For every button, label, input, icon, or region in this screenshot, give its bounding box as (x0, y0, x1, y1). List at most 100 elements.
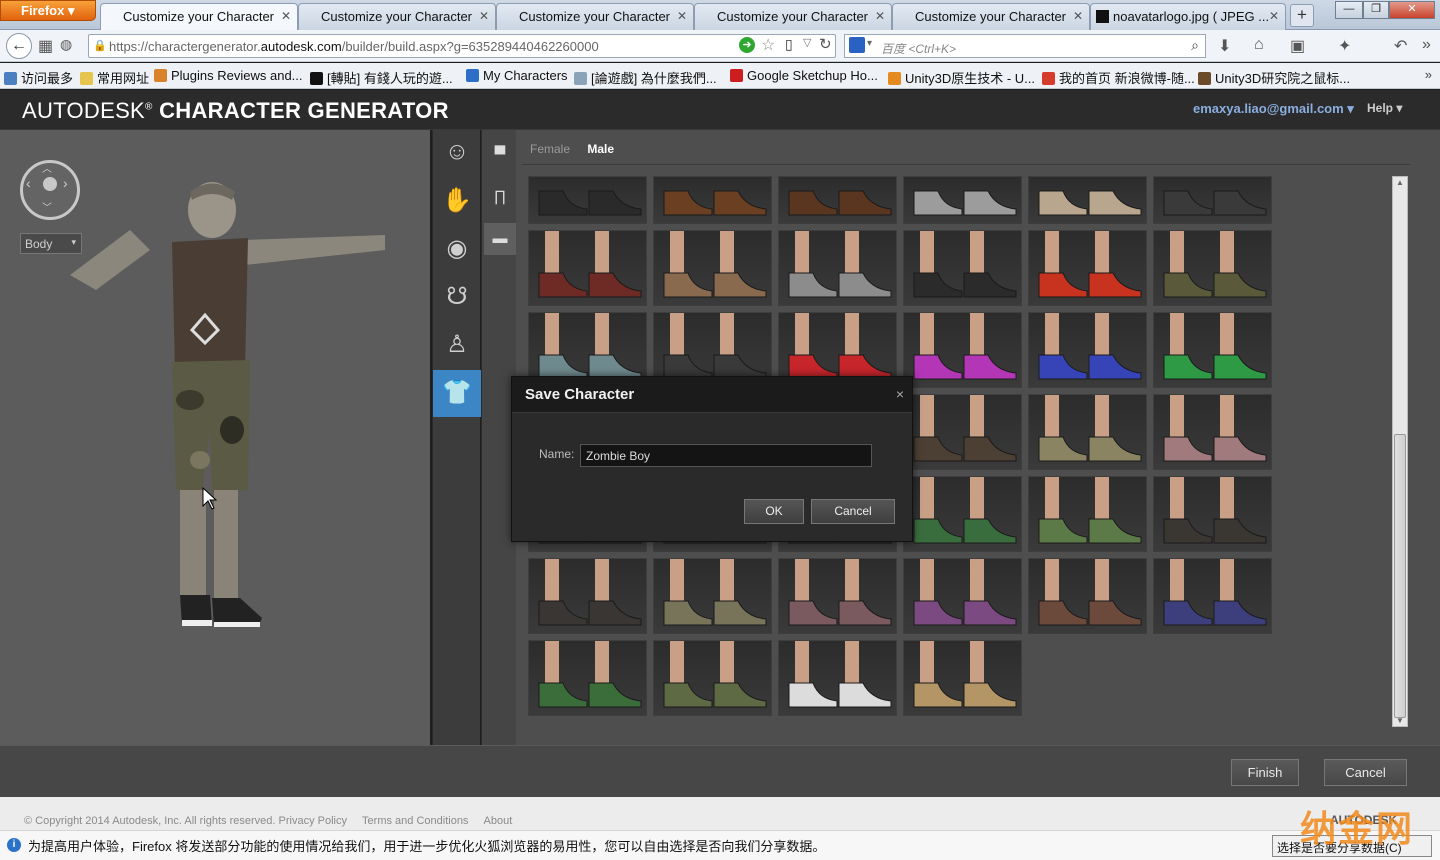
close-icon[interactable]: × (896, 386, 904, 402)
category-hair[interactable]: ☋ (433, 274, 481, 321)
download-icon[interactable]: ⬇ (1218, 36, 1231, 56)
shoe-thumbnail[interactable] (1028, 312, 1147, 388)
character-viewport[interactable]: ︿ ﹀ ‹ › Body ▾ (0, 130, 430, 745)
shoe-thumbnail[interactable] (528, 640, 647, 716)
shoe-thumbnail[interactable] (528, 558, 647, 634)
shoe-thumbnail[interactable] (1028, 558, 1147, 634)
shoe-thumbnail[interactable] (528, 176, 647, 224)
help-menu[interactable]: Help ▾ (1367, 101, 1402, 115)
shoe-thumbnail[interactable] (778, 640, 897, 716)
tab-female[interactable]: Female (530, 142, 570, 156)
cancel-button[interactable]: Cancel (1324, 759, 1407, 786)
subcategory-shoes[interactable]: ▬ (484, 223, 516, 255)
shoe-thumbnail[interactable] (903, 476, 1022, 552)
bookmark-item[interactable]: 常用网址 (80, 68, 149, 87)
close-tab-icon[interactable]: ✕ (479, 9, 489, 23)
browser-tab[interactable]: Customize your Character ✕ (496, 3, 694, 30)
bookmark-item[interactable]: Google Sketchup Ho... (730, 68, 878, 83)
character-name-input[interactable] (580, 444, 872, 467)
shoe-thumbnail[interactable] (778, 558, 897, 634)
shoe-thumbnail[interactable] (1028, 394, 1147, 470)
bookmark-item[interactable]: 我的首页 新浪微博-随... (1042, 68, 1195, 87)
scroll-up-icon[interactable]: ▲ (1396, 178, 1404, 187)
shoe-thumbnail[interactable] (903, 230, 1022, 306)
category-body[interactable]: ♙ (433, 322, 481, 369)
shoe-thumbnail[interactable] (1153, 394, 1272, 470)
body-part-select[interactable]: Body ▾ (20, 233, 82, 254)
orbit-center-icon[interactable] (43, 177, 57, 191)
browser-tab[interactable]: Customize your Character ✕ (298, 3, 496, 30)
browser-tab[interactable]: Customize your Character ✕ (694, 3, 892, 30)
camera-orbit-control[interactable]: ︿ ﹀ ‹ › (20, 160, 80, 220)
bookmark-item[interactable]: My Characters (466, 68, 568, 83)
shoe-thumbnail[interactable] (1153, 558, 1272, 634)
bookmark-item[interactable]: Plugins Reviews and... (154, 68, 303, 83)
search-icon[interactable]: ⌕ (1191, 37, 1199, 54)
category-hands[interactable]: ✋ (433, 178, 481, 225)
category-face[interactable]: ☺ (433, 130, 481, 177)
minimize-button[interactable]: — (1335, 1, 1363, 19)
close-tab-icon[interactable]: ✕ (1073, 9, 1083, 23)
bookmark-item[interactable]: [轉貼] 有錢人玩的遊... (310, 68, 453, 87)
subcategory-pants[interactable]: ∏ (484, 181, 516, 213)
baidu-icon[interactable] (849, 37, 865, 53)
shoe-thumbnail[interactable] (1153, 312, 1272, 388)
bookmark-item[interactable]: Unity3D研究院之鼠标... (1198, 68, 1350, 87)
reload-icon[interactable]: ↻ (819, 35, 832, 53)
ok-button[interactable]: OK (744, 499, 804, 524)
shoe-thumbnail[interactable] (778, 176, 897, 224)
shoe-thumbnail[interactable] (903, 312, 1022, 388)
search-input[interactable]: ▾ 百度 <Ctrl+K> ⌕ (844, 34, 1206, 58)
shoe-thumbnail[interactable] (1153, 476, 1272, 552)
chevron-down-icon[interactable]: ﹀ (42, 199, 52, 214)
shoe-thumbnail[interactable] (653, 558, 772, 634)
terms-link[interactable]: Terms and Conditions (362, 815, 468, 827)
chevron-up-icon[interactable]: ︿ (42, 160, 52, 175)
shoe-thumbnail[interactable] (1028, 230, 1147, 306)
subcategory-shirt[interactable]: ▀ (484, 139, 516, 171)
home-icon[interactable]: ⌂ (1254, 36, 1264, 54)
character-model[interactable] (0, 130, 430, 745)
shoe-thumbnail[interactable] (1028, 476, 1147, 552)
dialog-cancel-button[interactable]: Cancel (811, 499, 895, 524)
shoe-thumbnail[interactable] (528, 230, 647, 306)
close-tab-icon[interactable]: ✕ (1269, 9, 1279, 23)
shoe-thumbnail[interactable] (903, 176, 1022, 224)
bookmark-item[interactable]: [論遊戲] 為什麼我們... (574, 68, 717, 87)
shoe-thumbnail[interactable] (903, 640, 1022, 716)
mobile-icon[interactable]: ▯ (785, 36, 793, 53)
plugin-icon[interactable]: ✦ (1338, 36, 1351, 56)
go-icon[interactable]: ➜ (739, 37, 755, 53)
browser-tab[interactable]: noavatarlogo.jpg ( JPEG ... ✕ (1090, 3, 1286, 30)
shoe-thumbnail[interactable] (778, 230, 897, 306)
shoe-thumbnail[interactable] (1153, 230, 1272, 306)
firefox-menu-button[interactable]: Firefox ▾ (0, 0, 96, 21)
browser-tab[interactable]: Customize your Character ✕ (100, 3, 298, 31)
shoe-thumbnail[interactable] (653, 176, 772, 224)
close-window-button[interactable]: ✕ (1389, 1, 1435, 19)
maximize-button[interactable]: ❐ (1363, 1, 1389, 19)
bookmark-item[interactable]: 访问最多 (4, 68, 73, 87)
category-clothing[interactable]: 👕 (433, 370, 481, 417)
about-link[interactable]: About (484, 815, 513, 827)
browser-tab[interactable]: Customize your Character ✕ (892, 3, 1090, 30)
shoe-thumbnail[interactable] (653, 640, 772, 716)
shoe-thumbnail[interactable] (1028, 176, 1147, 224)
undo-icon[interactable]: ↶ (1394, 36, 1407, 56)
addon-icon[interactable]: ▣ (1290, 36, 1305, 56)
shoe-thumbnail[interactable] (653, 230, 772, 306)
menu-chevron-icon[interactable]: » (1422, 36, 1431, 54)
scrollbar-thumb[interactable] (1394, 434, 1406, 718)
new-tab-button[interactable]: + (1290, 4, 1314, 27)
back-button[interactable]: ← (6, 33, 32, 59)
chevron-right-icon[interactable]: › (63, 175, 68, 191)
chevron-left-icon[interactable]: ‹ (26, 175, 31, 191)
finish-button[interactable]: Finish (1231, 759, 1299, 786)
shoe-thumbnail[interactable] (1153, 176, 1272, 224)
user-account-menu[interactable]: emaxya.liao@gmail.com ▾ (1193, 101, 1354, 117)
bookmarks-overflow-icon[interactable]: » (1425, 67, 1432, 82)
tab-male[interactable]: Male (587, 142, 614, 156)
close-tab-icon[interactable]: ✕ (281, 9, 291, 23)
shoe-thumbnail[interactable] (903, 394, 1022, 470)
category-eyes[interactable]: ◉ (433, 226, 481, 273)
